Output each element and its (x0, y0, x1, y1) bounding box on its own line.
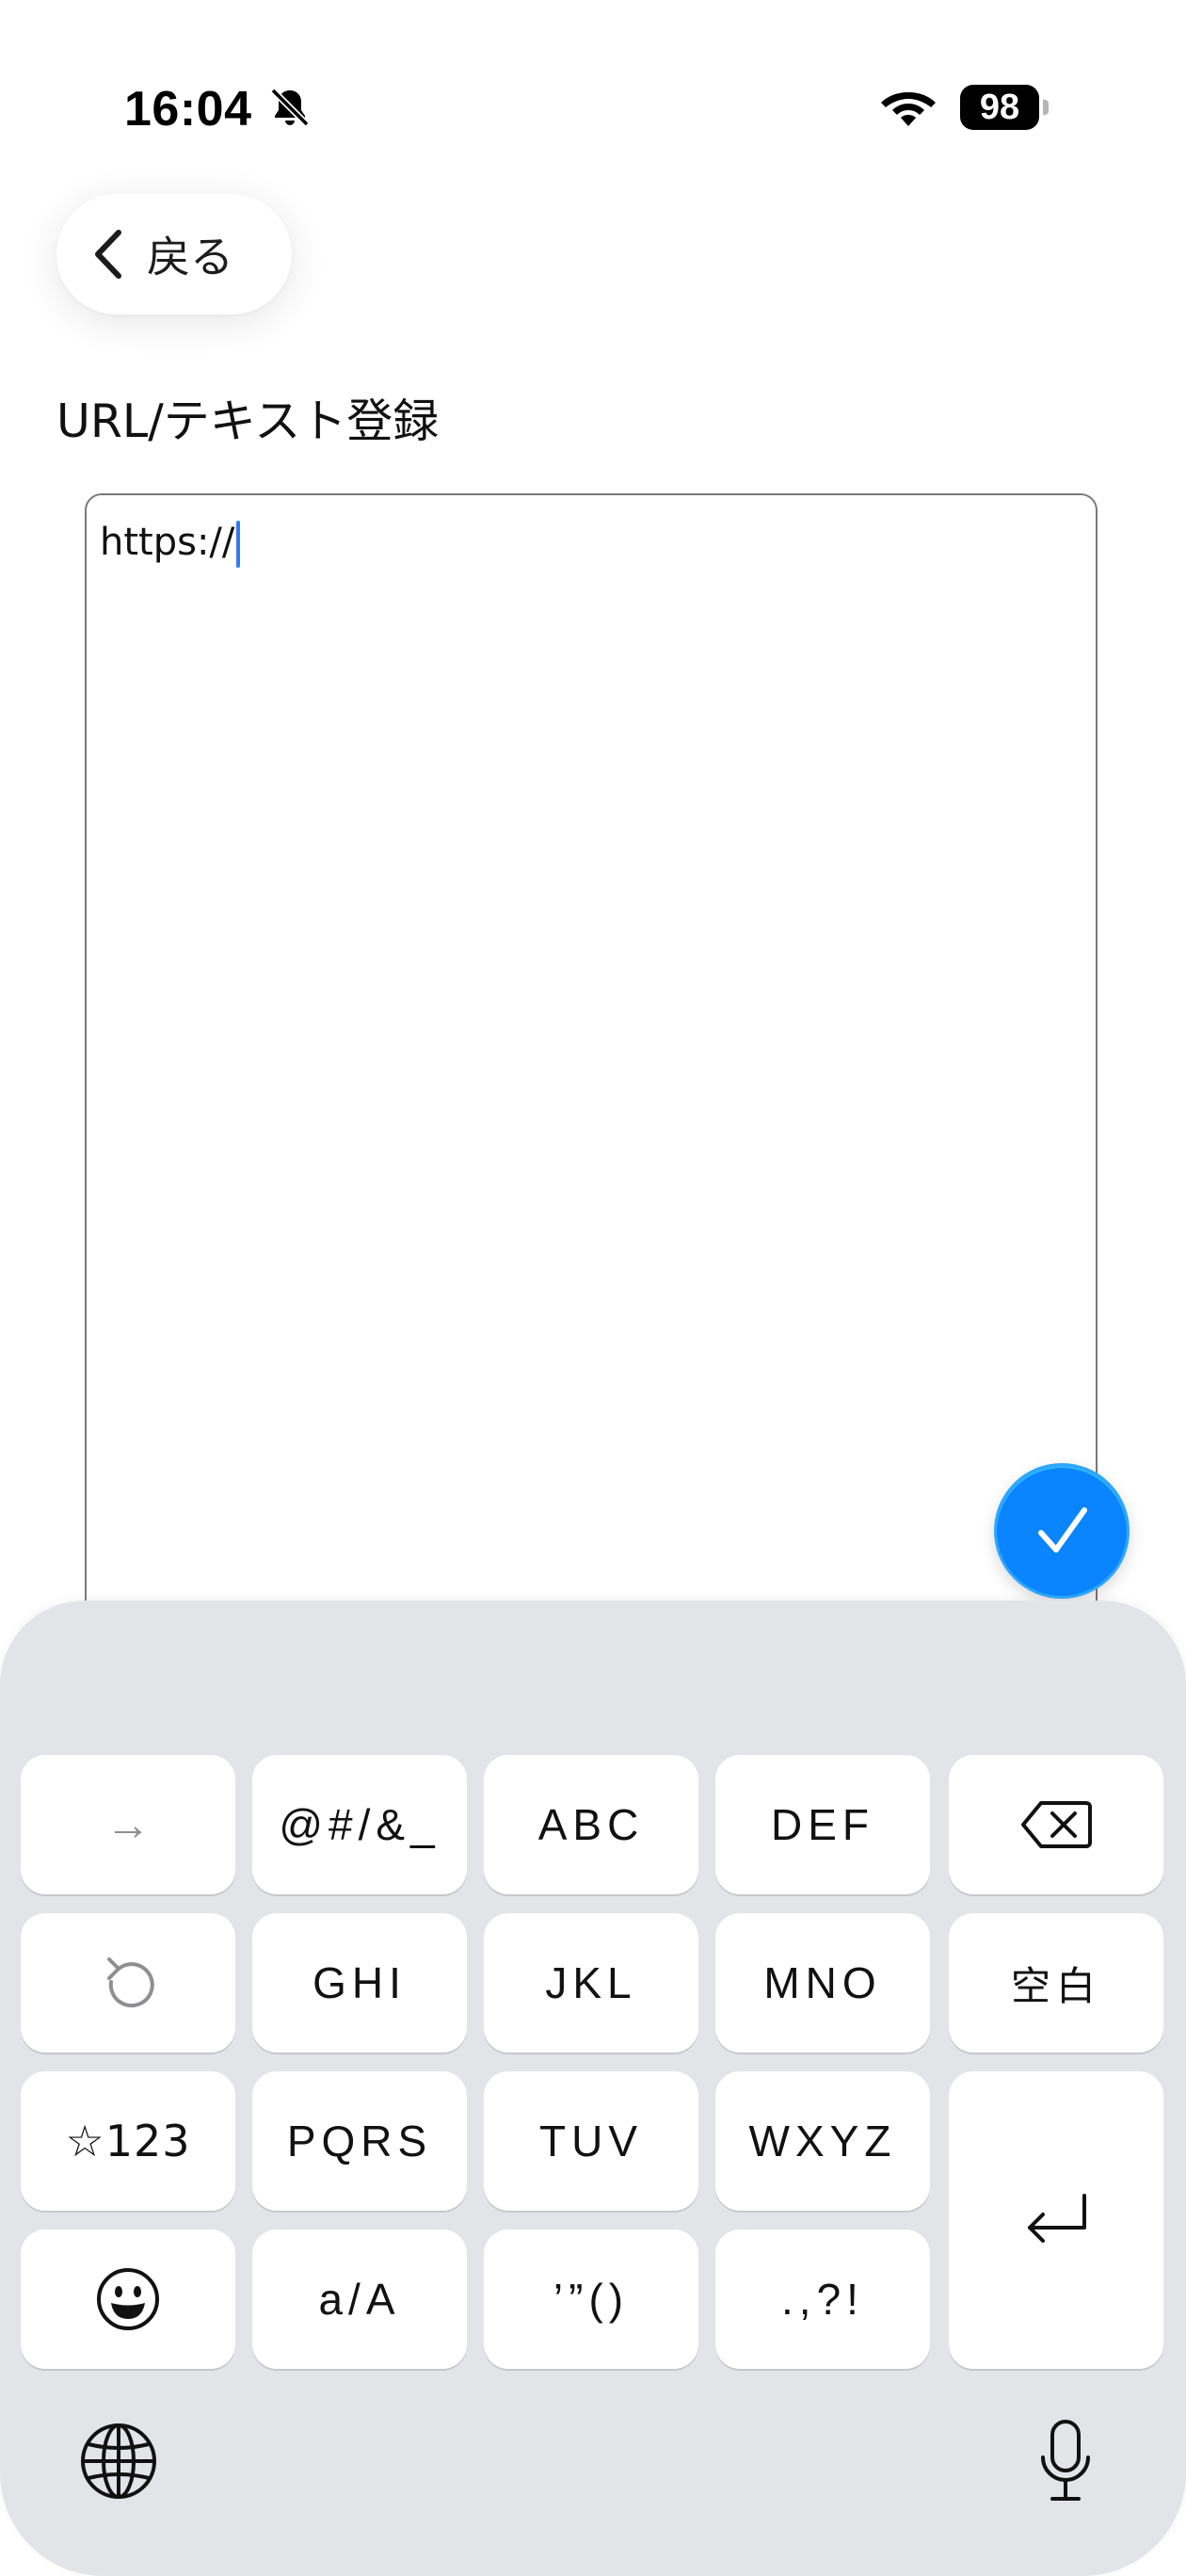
screen: 16:04 98 戻る URL/テキスト登録 https:// → @#/&_ (0, 0, 1186, 2576)
key-ghi[interactable]: GHI (252, 1913, 467, 2053)
key-tuv-label: TUV (539, 2117, 643, 2165)
key-def[interactable]: DEF (715, 1755, 930, 1894)
page-title: URL/テキスト登録 (56, 394, 440, 448)
back-button[interactable]: 戻る (56, 194, 292, 314)
key-symbols[interactable]: @#/&_ (252, 1755, 467, 1894)
text-input-content: https:// (100, 521, 235, 564)
text-caret (236, 521, 241, 568)
key-tuv[interactable]: TUV (484, 2071, 698, 2211)
key-numbers-label: ☆123 (65, 2116, 191, 2166)
undo-icon (107, 1957, 154, 2008)
key-abc-label: ABC (537, 1800, 645, 1849)
key-quotes-label: ’”() (553, 2275, 630, 2324)
key-emoji[interactable] (21, 2230, 235, 2369)
key-jkl-label: JKL (545, 1958, 637, 2007)
key-punct-label: .,?! (781, 2275, 864, 2324)
key-arrow-label: → (105, 1799, 151, 1850)
key-numbers[interactable]: ☆123 (21, 2071, 235, 2211)
key-def-label: DEF (771, 1800, 874, 1849)
key-pqrs[interactable]: PQRS (252, 2071, 467, 2211)
key-wxyz-label: WXYZ (748, 2117, 897, 2165)
status-time: 16:04 (124, 82, 252, 137)
microphone-icon[interactable] (1035, 2418, 1096, 2504)
key-case-toggle[interactable]: a/A (252, 2230, 467, 2369)
key-symbols-label: @#/&_ (279, 1800, 441, 1849)
battery-cap (1043, 100, 1049, 115)
key-pqrs-label: PQRS (286, 2117, 433, 2165)
key-mno-label: MNO (763, 1958, 882, 2007)
bell-slash-icon (270, 88, 310, 127)
globe-icon[interactable] (79, 2422, 158, 2501)
key-undo[interactable] (21, 1913, 235, 2053)
key-punctuation[interactable]: .,?! (715, 2230, 930, 2369)
confirm-button[interactable] (994, 1463, 1130, 1599)
url-text-input[interactable]: https:// (85, 493, 1098, 1623)
key-mno[interactable]: MNO (715, 1913, 930, 2053)
battery-level: 98 (960, 85, 1039, 130)
key-case-label: a/A (318, 2275, 401, 2324)
key-abc[interactable]: ABC (484, 1755, 698, 1894)
backspace-icon (1021, 1801, 1092, 1848)
key-wxyz[interactable]: WXYZ (715, 2071, 930, 2211)
key-space[interactable]: 空白 (949, 1913, 1163, 2053)
emoji-icon (97, 2268, 159, 2330)
chevron-left-icon (95, 230, 121, 279)
key-jkl[interactable]: JKL (484, 1913, 698, 2053)
wifi-icon (881, 92, 936, 126)
checkmark-icon (1038, 1507, 1087, 1553)
key-backspace[interactable] (949, 1755, 1163, 1894)
return-icon (1028, 2194, 1086, 2243)
key-quotes[interactable]: ’”() (484, 2230, 698, 2369)
text-input-value: https:// (100, 516, 241, 569)
key-return[interactable] (949, 2071, 1163, 2369)
key-ghi-label: GHI (313, 1958, 407, 2007)
key-space-label: 空白 (1010, 1962, 1101, 2009)
key-arrow-right[interactable]: → (21, 1755, 235, 1894)
back-label: 戻る (147, 232, 233, 282)
